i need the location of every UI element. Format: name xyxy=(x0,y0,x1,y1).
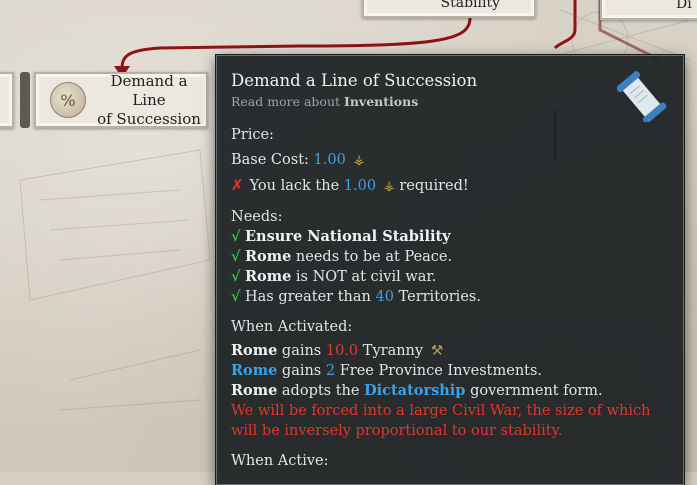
tech-node-partial-left[interactable] xyxy=(0,72,14,128)
effect-row: Rome adopts the Dictatorship government … xyxy=(231,381,669,401)
lack-value: 1.00 xyxy=(343,178,377,194)
effect-verb: gains xyxy=(281,363,322,379)
percent-fasces-icon: % xyxy=(50,82,86,118)
node-label: Di xyxy=(676,0,692,12)
node-label-line-2: of Succession xyxy=(97,109,201,128)
tech-node-demand-line-of-succession[interactable]: % Demand a Line of Succession xyxy=(34,72,208,128)
dictatorship-link[interactable]: Dictatorship xyxy=(364,382,465,399)
cross-icon: ✗ xyxy=(231,177,244,194)
civil-war-warning: We will be forced into a large Civil War… xyxy=(231,403,651,439)
lack-prefix: You lack the xyxy=(249,178,340,194)
base-cost-row: Base Cost: 1.00 ⚶ xyxy=(231,150,669,171)
effect-row: Rome gains 10.0 Tyranny ⚒ xyxy=(231,341,669,361)
investments-value: 2 xyxy=(325,363,336,379)
need-row: √ Rome is NOT at civil war. xyxy=(231,267,669,287)
lack-suffix: required! xyxy=(399,178,469,194)
need-row: √ Rome needs to be at Peace. xyxy=(231,247,669,267)
tyranny-icon: ⚒ xyxy=(430,343,444,359)
inventions-currency-icon: ⚶ xyxy=(383,179,395,194)
effect-subject: Rome xyxy=(231,382,278,399)
territories-value: 40 xyxy=(375,289,394,305)
need-bold: Rome xyxy=(245,268,292,285)
effect-verb: gains xyxy=(281,343,322,359)
effect-suffix: government form. xyxy=(470,383,603,399)
price-header: Price: xyxy=(231,127,274,143)
need-bold: Rome xyxy=(245,248,292,265)
scroll-icon xyxy=(617,71,667,122)
lack-row: ✗ You lack the 1.00 ⚶ required! xyxy=(231,176,669,197)
need-bold: Ensure National Stability xyxy=(245,228,451,245)
tooltip-title: Demand a Line of Succession xyxy=(231,71,478,90)
territories-suffix: Territories. xyxy=(398,289,481,305)
read-more-prefix: Read more about xyxy=(231,94,341,109)
need-row: √ Has greater than 40 Territories. xyxy=(231,287,669,307)
effect-row: Rome gains 2 Free Province Investments. xyxy=(231,361,669,381)
check-icon: √ xyxy=(231,268,241,285)
node-label: Stability xyxy=(440,0,501,11)
check-icon: √ xyxy=(231,288,241,305)
node-scroll-cap xyxy=(20,72,30,128)
base-cost-label: Base Cost: xyxy=(231,152,309,168)
rome-link[interactable]: Rome xyxy=(231,362,277,379)
node-label-line-1: Demand a Line xyxy=(110,71,188,109)
base-cost-value: 1.00 xyxy=(313,152,346,168)
tech-node-partial-right[interactable]: Di xyxy=(600,0,697,20)
tyranny-value: 10.0 xyxy=(325,343,359,359)
effect-suffix: Free Province Investments. xyxy=(339,363,543,379)
tech-node-stability[interactable]: Stability xyxy=(362,0,536,18)
when-activated-header: When Activated: xyxy=(231,319,353,335)
effect-suffix: Tyranny xyxy=(362,343,424,359)
read-more-link[interactable]: Read more about Inventions xyxy=(231,94,669,109)
effect-subject: Rome xyxy=(231,342,278,359)
read-more-target[interactable]: Inventions xyxy=(344,94,418,109)
check-icon: √ xyxy=(231,248,241,265)
tooltip-panel: Demand a Line of Succession Read more ab… xyxy=(216,55,684,485)
territories-prefix: Has greater than xyxy=(245,289,371,305)
needs-header: Needs: xyxy=(231,209,283,225)
need-rest: is NOT at civil war. xyxy=(295,269,437,285)
when-active-header: When Active: xyxy=(231,453,329,469)
inventions-currency-icon: ⚶ xyxy=(353,153,365,168)
check-icon: √ xyxy=(231,228,241,245)
need-row: √ Ensure National Stability xyxy=(231,227,669,247)
need-rest: needs to be at Peace. xyxy=(295,249,453,265)
effect-verb: adopts the xyxy=(281,383,360,399)
